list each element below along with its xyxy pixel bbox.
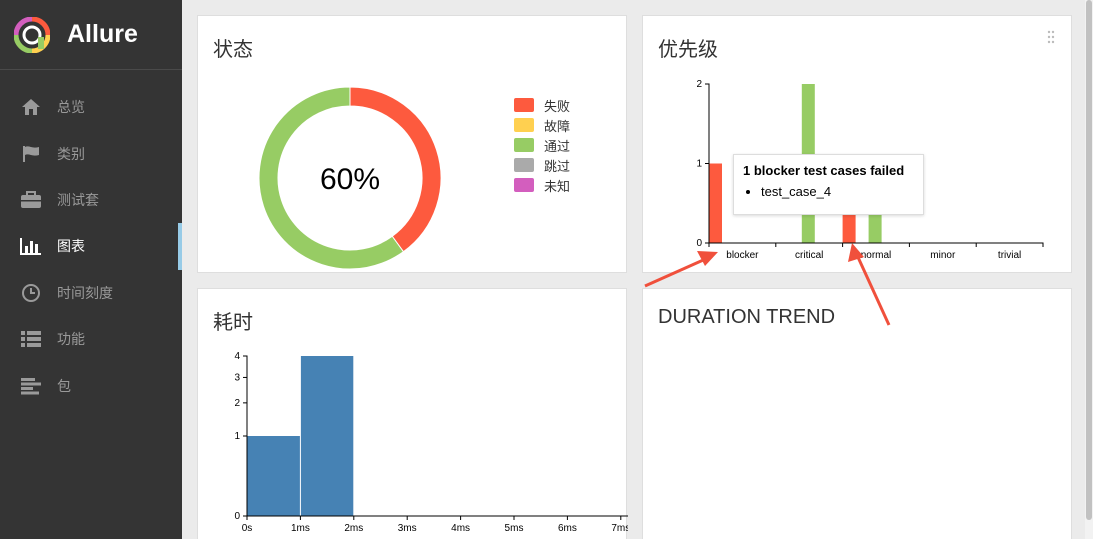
y-tick-label: 4 xyxy=(234,351,240,362)
main-content: 状态 60% 失败 故障 通过 跳过 未知 优先级 0 1 2 blocker crit… xyxy=(182,0,1093,539)
donut-center-label: 60% xyxy=(320,163,380,196)
y-tick-label: 2 xyxy=(696,79,702,90)
legend-swatch xyxy=(514,158,534,172)
duration-histogram: 012340s1ms2ms3ms4ms5ms6ms7ms8ms9ms10ms xyxy=(234,351,628,534)
legend-swatch xyxy=(514,178,534,192)
status-widget: 状态 60% 失败 故障 通过 跳过 未知 xyxy=(197,15,627,273)
align-left-icon xyxy=(20,376,42,396)
sidebar: Allure 总览 类别 测试套 图表 时间刻度 功能 包 xyxy=(0,0,182,539)
sidebar-item-packages[interactable]: 包 xyxy=(0,362,182,408)
y-tick-label: 0 xyxy=(696,238,702,249)
tooltip-item: test_case_4 xyxy=(761,184,914,199)
y-tick-label: 2 xyxy=(234,398,240,409)
severity-bar[interactable] xyxy=(709,163,722,244)
sidebar-item-categories[interactable]: 类别 xyxy=(0,130,182,176)
x-tick-label: 6ms xyxy=(558,523,577,534)
severity-bar-chart: 0 1 2 blocker critical normal minor trivial xyxy=(696,79,1044,261)
sidebar-item-overview[interactable]: 总览 xyxy=(0,84,182,130)
bar-chart-icon xyxy=(20,236,42,256)
duration-trend-widget: DURATION TREND xyxy=(642,288,1072,539)
sidebar-item-label: 功能 xyxy=(57,331,85,348)
legend-label: 通过 xyxy=(544,138,571,154)
sidebar-item-label: 包 xyxy=(57,377,71,394)
status-donut-chart[interactable]: 60% xyxy=(250,78,450,278)
severity-widget: 优先级 0 1 2 blocker critical normal minor trivial… xyxy=(642,15,1072,273)
sidebar-item-graphs[interactable]: 图表 xyxy=(0,223,182,270)
legend-swatch xyxy=(514,118,534,132)
legend-label: 跳过 xyxy=(544,158,571,174)
briefcase-icon xyxy=(20,190,42,210)
y-tick-label: 3 xyxy=(234,372,240,383)
x-tick-label: blocker xyxy=(726,250,759,261)
flag-icon xyxy=(20,144,42,164)
x-tick-label: normal xyxy=(861,250,892,261)
tooltip-list: test_case_4 xyxy=(761,184,914,199)
sidebar-item-label: 时间刻度 xyxy=(57,284,113,301)
clock-icon xyxy=(20,283,42,303)
sidebar-item-behaviors[interactable]: 功能 xyxy=(0,316,182,362)
x-tick-label: 5ms xyxy=(505,523,524,534)
x-tick-label: 0s xyxy=(242,523,253,534)
x-tick-label: minor xyxy=(930,250,956,261)
x-tick-label: 3ms xyxy=(398,523,417,534)
widget-title: 状态 xyxy=(213,39,253,61)
y-tick-label: 1 xyxy=(696,159,702,170)
sidebar-nav: 总览 类别 测试套 图表 时间刻度 功能 包 xyxy=(0,70,182,409)
y-tick-label: 0 xyxy=(234,511,240,522)
x-tick-label: 7ms xyxy=(611,523,628,534)
legend-label: 失败 xyxy=(544,98,571,114)
sidebar-item-suites[interactable]: 测试套 xyxy=(0,177,182,223)
legend-item[interactable]: 失败 xyxy=(514,95,570,115)
duration-widget: 耗时 012340s1ms2ms3ms4ms5ms6ms7ms8ms9ms10m… xyxy=(197,288,628,539)
legend-swatch xyxy=(514,138,534,152)
allure-logo-icon xyxy=(14,16,50,53)
duration-bar[interactable] xyxy=(300,356,354,516)
status-legend: 失败 故障 通过 跳过 未知 xyxy=(514,95,570,195)
legend-label: 未知 xyxy=(544,178,571,194)
home-icon xyxy=(20,97,42,117)
sidebar-item-label: 类别 xyxy=(57,145,85,162)
tooltip-title: 1 blocker test cases failed xyxy=(743,163,905,178)
x-tick-label: critical xyxy=(795,250,823,261)
sidebar-item-label: 总览 xyxy=(57,99,85,116)
sidebar-item-label: 图表 xyxy=(57,238,85,255)
x-tick-label: 1ms xyxy=(291,523,310,534)
widget-title: DURATION TREND xyxy=(658,306,836,328)
legend-item[interactable]: 故障 xyxy=(514,115,570,135)
x-axis xyxy=(246,515,628,520)
scrollbar-thumb[interactable] xyxy=(1086,0,1092,520)
legend-label: 故障 xyxy=(544,118,571,134)
legend-item[interactable]: 未知 xyxy=(514,175,570,195)
x-tick-label: trivial xyxy=(998,250,1021,261)
app-name: Allure xyxy=(67,20,138,48)
chart-tooltip: 1 blocker test cases failed test_case_4 xyxy=(733,154,924,215)
duration-bar[interactable] xyxy=(247,436,300,516)
app-window: Allure 总览 类别 测试套 图表 时间刻度 功能 包 状态 60% 失败 … xyxy=(0,0,1093,539)
legend-swatch xyxy=(514,98,534,112)
legend-item[interactable]: 通过 xyxy=(514,135,570,155)
sidebar-item-timeline[interactable]: 时间刻度 xyxy=(0,270,182,316)
page-scrollbar[interactable] xyxy=(1085,0,1093,539)
y-tick-label: 1 xyxy=(234,431,240,442)
x-axis xyxy=(708,242,1044,247)
brand[interactable]: Allure xyxy=(0,0,182,70)
x-tick-label: 4ms xyxy=(451,523,470,534)
legend-item[interactable]: 跳过 xyxy=(514,155,570,175)
sidebar-item-label: 测试套 xyxy=(57,191,99,208)
list-icon xyxy=(20,329,42,349)
x-tick-label: 2ms xyxy=(344,523,363,534)
